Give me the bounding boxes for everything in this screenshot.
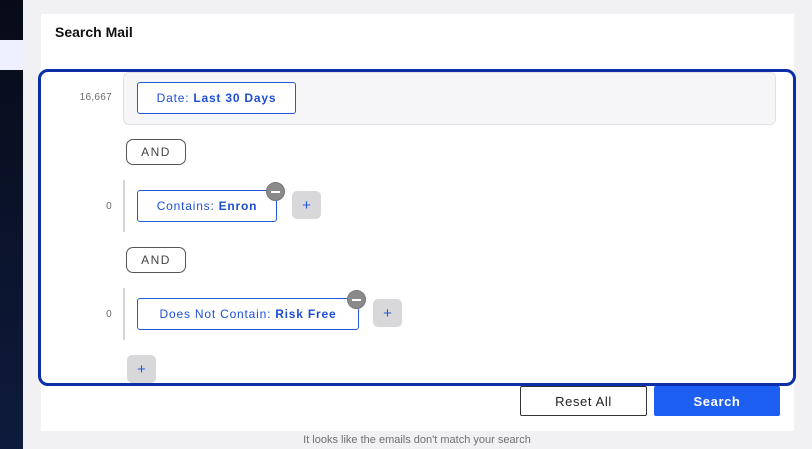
rule-divider (123, 288, 125, 340)
rule-count: 16,667 (79, 92, 112, 103)
reset-all-button[interactable]: Reset All (520, 386, 647, 416)
operator-and-button[interactable]: AND (126, 139, 186, 165)
add-condition-button[interactable]: + (373, 299, 402, 327)
filter-chip-date[interactable]: Date: Last 30 Days (137, 82, 296, 114)
rule-count: 0 (106, 201, 112, 212)
search-button[interactable]: Search (654, 386, 780, 416)
filter-field-label: Date: (156, 91, 190, 105)
operator-and-button[interactable]: AND (126, 247, 186, 273)
filter-chip-contains[interactable]: Contains: Enron (137, 190, 277, 222)
add-condition-button[interactable]: + (292, 191, 321, 219)
sidebar-active-indicator (0, 40, 23, 70)
filter-field-label: Does Not Contain: (159, 307, 272, 321)
filter-chip-does-not-contain[interactable]: Does Not Contain: Risk Free (137, 298, 359, 330)
rule-count: 0 (106, 309, 112, 320)
filter-value-label: Enron (218, 199, 258, 213)
add-rule-button[interactable]: + (127, 355, 156, 383)
filter-value-label: Risk Free (275, 307, 337, 321)
rule-divider (123, 180, 125, 232)
page-title: Search Mail (55, 24, 133, 40)
remove-filter-button[interactable] (347, 290, 366, 309)
filter-value-label: Last 30 Days (193, 91, 277, 105)
minus-icon (271, 190, 280, 193)
no-results-message: It looks like the emails don't match you… (303, 434, 531, 446)
remove-filter-button[interactable] (266, 182, 285, 201)
minus-icon (352, 298, 361, 301)
filter-field-label: Contains: (156, 199, 215, 213)
